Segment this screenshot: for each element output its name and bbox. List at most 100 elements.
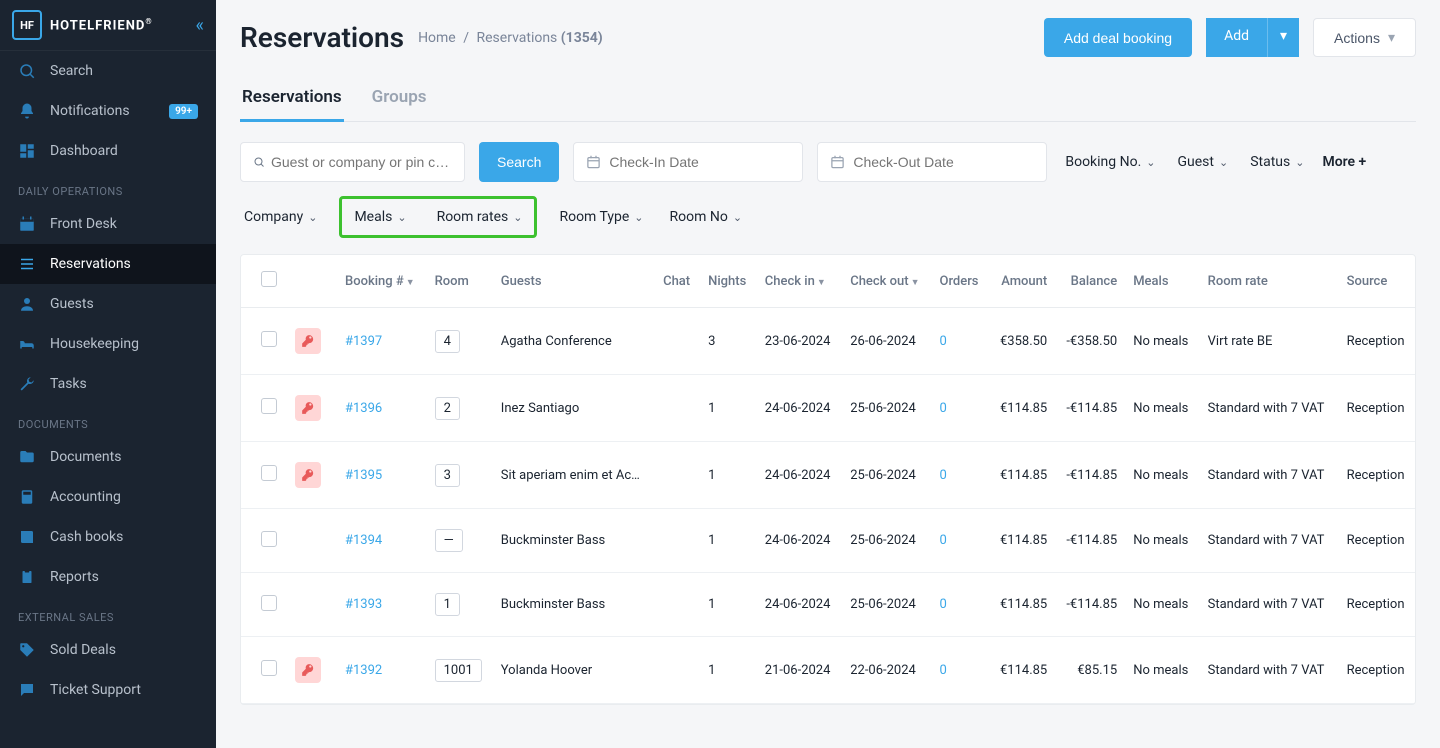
col-booking[interactable]: Booking #▼	[337, 255, 427, 308]
sidebar-logo-row: HF HOTELFRIEND® «	[0, 0, 216, 51]
table-row[interactable]: #1395 3 Sit aperiam enim et Ac… 1 24-06-…	[241, 442, 1416, 509]
room-pill[interactable]: 3	[435, 464, 460, 487]
orders-link[interactable]: 0	[939, 468, 946, 483]
sidebar-item-guests[interactable]: Guests	[0, 284, 216, 324]
booking-link[interactable]: #1397	[345, 334, 382, 349]
row-checkbox[interactable]	[261, 465, 277, 481]
check-in-date-input[interactable]	[573, 142, 803, 182]
room-pill[interactable]: 4	[435, 330, 460, 353]
filter-room-type[interactable]: Room Type⌄	[555, 203, 647, 231]
sidebar-item-dashboard[interactable]: Dashboard	[0, 131, 216, 171]
row-checkbox[interactable]	[261, 331, 277, 347]
add-deal-booking-button[interactable]: Add deal booking	[1044, 18, 1192, 57]
row-checkbox[interactable]	[261, 398, 277, 414]
check-out-date-input[interactable]	[817, 142, 1047, 182]
tab-reservations[interactable]: Reservations	[240, 77, 344, 121]
balance-cell: -€114.85	[1055, 442, 1125, 509]
sidebar-item-notifications[interactable]: Notifications 99+	[0, 91, 216, 131]
sidebar-item-search[interactable]: Search	[0, 51, 216, 91]
add-button[interactable]: Add ▾	[1206, 18, 1299, 57]
table-row[interactable]: #1396 2 Inez Santiago 1 24-06-2024 25-06…	[241, 375, 1416, 442]
dashboard-icon	[18, 142, 36, 160]
check-out-field[interactable]	[853, 154, 1034, 170]
add-button-label: Add	[1206, 18, 1268, 57]
sidebar-item-reports[interactable]: Reports	[0, 557, 216, 597]
orders-link[interactable]: 0	[939, 401, 946, 416]
nav-section-documents: DOCUMENTS	[0, 404, 216, 437]
select-all-checkbox[interactable]	[261, 271, 277, 287]
filter-company[interactable]: Company⌄	[240, 203, 321, 231]
chevron-down-icon: ▾	[1388, 29, 1395, 46]
row-checkbox[interactable]	[261, 660, 277, 676]
orders-link[interactable]: 0	[939, 597, 946, 612]
chevron-down-icon[interactable]: ▾	[1268, 18, 1299, 57]
sidebar-item-sold-deals[interactable]: Sold Deals	[0, 630, 216, 670]
sidebar-item-cash-books[interactable]: Cash books	[0, 517, 216, 557]
col-check-in[interactable]: Check in▼	[757, 255, 842, 308]
amount-cell: €114.85	[989, 375, 1055, 442]
check-in-cell: 24-06-2024	[757, 375, 842, 442]
filter-more[interactable]: More +	[1322, 154, 1366, 170]
nights-cell: 1	[700, 573, 757, 637]
row-checkbox[interactable]	[261, 531, 277, 547]
booking-link[interactable]: #1394	[345, 533, 382, 548]
room-pill[interactable]: —	[435, 529, 463, 552]
room-pill[interactable]: 1001	[435, 659, 482, 682]
filter-room-rates[interactable]: Room rates⌄	[433, 203, 527, 231]
sidebar-item-documents[interactable]: Documents	[0, 437, 216, 477]
filter-booking-no[interactable]: Booking No.⌄	[1061, 148, 1159, 176]
breadcrumb-home[interactable]: Home	[418, 30, 456, 46]
room-pill[interactable]: 2	[435, 397, 460, 420]
col-chat[interactable]: Chat	[655, 255, 700, 308]
col-amount[interactable]: Amount	[989, 255, 1055, 308]
table-row[interactable]: #1392 1001 Yolanda Hoover 1 21-06-2024 2…	[241, 637, 1416, 704]
row-checkbox[interactable]	[261, 595, 277, 611]
orders-link[interactable]: 0	[939, 334, 946, 349]
col-nights[interactable]: Nights	[700, 255, 757, 308]
guest-name: Buckminster Bass	[493, 509, 655, 573]
col-room[interactable]: Room	[427, 255, 493, 308]
actions-button[interactable]: Actions ▾	[1313, 18, 1416, 57]
sidebar-item-ticket-support[interactable]: Ticket Support	[0, 670, 216, 710]
booking-link[interactable]: #1392	[345, 663, 382, 678]
booking-link[interactable]: #1393	[345, 597, 382, 612]
booking-link[interactable]: #1396	[345, 401, 382, 416]
search-input-wrapper	[240, 142, 465, 182]
sidebar-item-reservations[interactable]: Reservations	[0, 244, 216, 284]
search-button[interactable]: Search	[479, 142, 559, 182]
col-meals[interactable]: Meals	[1125, 255, 1199, 308]
filter-guest[interactable]: Guest⌄	[1174, 148, 1233, 176]
filter-room-no[interactable]: Room No⌄	[666, 203, 747, 231]
filter-status[interactable]: Status⌄	[1246, 148, 1308, 176]
booking-link[interactable]: #1395	[345, 468, 382, 483]
table-row[interactable]: #1397 4 Agatha Conference 3 23-06-2024 2…	[241, 308, 1416, 375]
room-pill[interactable]: 1	[435, 593, 460, 616]
col-source[interactable]: Source	[1339, 255, 1416, 308]
nights-cell: 1	[700, 509, 757, 573]
filter-meals[interactable]: Meals⌄	[350, 203, 410, 231]
sidebar-item-housekeeping[interactable]: Housekeeping	[0, 324, 216, 364]
source-cell: Reception	[1339, 637, 1416, 704]
search-input[interactable]	[271, 154, 452, 170]
sidebar-item-tasks[interactable]: Tasks	[0, 364, 216, 404]
sidebar-item-front-desk[interactable]: Front Desk	[0, 204, 216, 244]
check-in-field[interactable]	[609, 154, 790, 170]
orders-link[interactable]: 0	[939, 663, 946, 678]
guest-name: Sit aperiam enim et Ac…	[493, 442, 655, 509]
calendar-icon	[18, 215, 36, 233]
sidebar-item-accounting[interactable]: Accounting	[0, 477, 216, 517]
col-guests[interactable]: Guests	[493, 255, 655, 308]
check-out-cell: 26-06-2024	[842, 308, 931, 375]
collapse-icon[interactable]: «	[196, 15, 204, 36]
balance-cell: -€114.85	[1055, 509, 1125, 573]
table-row[interactable]: #1394 — Buckminster Bass 1 24-06-2024 25…	[241, 509, 1416, 573]
table-row[interactable]: #1393 1 Buckminster Bass 1 24-06-2024 25…	[241, 573, 1416, 637]
col-room-rate[interactable]: Room rate	[1200, 255, 1339, 308]
col-balance[interactable]: Balance	[1055, 255, 1125, 308]
orders-link[interactable]: 0	[939, 533, 946, 548]
meals-cell: No meals	[1125, 573, 1199, 637]
col-orders[interactable]: Orders	[931, 255, 989, 308]
col-check-out[interactable]: Check out▼	[842, 255, 931, 308]
tab-groups[interactable]: Groups	[370, 77, 429, 121]
logo-icon: HF	[12, 10, 42, 40]
